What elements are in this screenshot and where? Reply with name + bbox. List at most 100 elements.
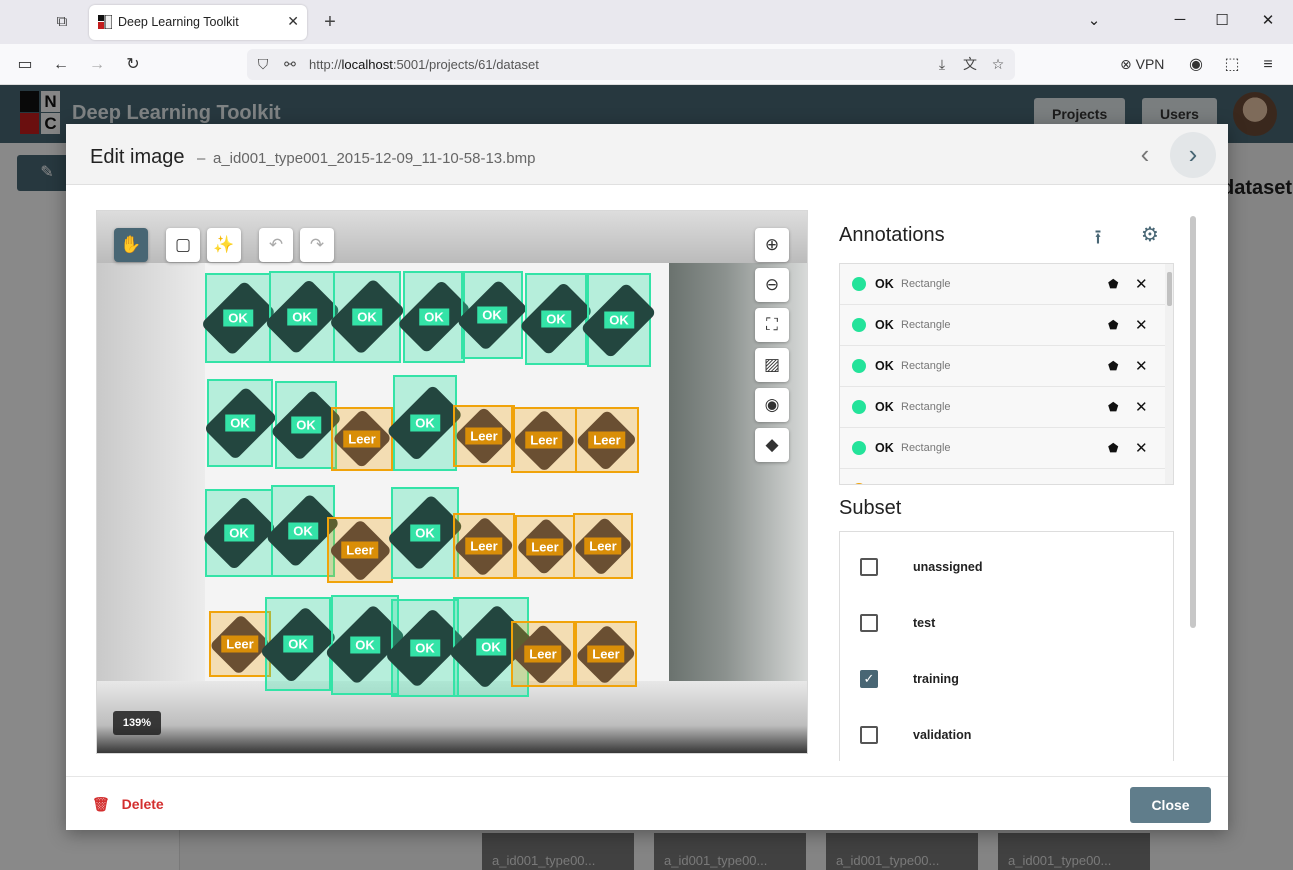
annotation-box-ok[interactable]: OK [201, 489, 277, 577]
annotation-box-ok[interactable]: OK [580, 273, 658, 367]
remove-annotation-icon[interactable]: ✕ [1135, 275, 1148, 293]
maximize-icon[interactable]: ☐ [1210, 11, 1234, 29]
annotation-box-leer[interactable]: Leer [515, 515, 575, 579]
subset-checkbox[interactable]: ✓ [860, 670, 878, 688]
annotation-row-partial[interactable] [840, 469, 1165, 484]
tag-icon[interactable]: ⬟ [1108, 400, 1118, 414]
magic-wand-tool-button[interactable]: ✨ [207, 228, 241, 262]
back-icon[interactable]: ← [50, 54, 72, 76]
minimize-icon[interactable]: ─ [1168, 11, 1192, 28]
annotation-box-leer[interactable]: Leer [572, 513, 634, 579]
annotation-box-ok[interactable]: OK [396, 271, 472, 363]
annotation-row[interactable]: OK Rectangle ⬟ ✕ [840, 305, 1165, 346]
annotation-box-ok[interactable]: OK [202, 379, 278, 467]
shield-icon[interactable]: ⛉ [254, 55, 272, 73]
subset-checkbox[interactable] [860, 726, 878, 744]
annotation-row[interactable]: OK Rectangle ⬟ ✕ [840, 264, 1165, 305]
pan-tool-button[interactable]: ✋ [114, 228, 148, 262]
remove-annotation-icon[interactable]: ✕ [1135, 316, 1148, 334]
tag-icon[interactable]: ⬟ [1108, 441, 1118, 455]
menu-icon[interactable]: ≡ [1257, 54, 1279, 76]
browser-tabbar: ⧉ Deep Learning Toolkit ✕ + ⌄ ─ ☐ ✕ [0, 0, 1293, 44]
remove-annotation-icon[interactable]: ✕ [1135, 357, 1148, 375]
account-icon[interactable]: ◉ [1185, 54, 1207, 76]
annotation-box-ok[interactable]: OK [386, 375, 464, 471]
fit-to-screen-button[interactable]: ⛶ [755, 308, 789, 342]
annotation-box-label: Leer [524, 645, 562, 663]
vpn-button[interactable]: ⊗ VPN [1120, 56, 1164, 73]
sidebar-toggle-icon[interactable]: ▭ [14, 54, 36, 76]
subset-checkbox[interactable] [860, 558, 878, 576]
close-button[interactable]: Close [1130, 787, 1211, 823]
next-image-button[interactable]: › [1170, 132, 1216, 178]
gear-icon[interactable]: ⚙ [1138, 222, 1162, 247]
annotation-box-ok[interactable]: OK [200, 273, 276, 363]
zoom-out-button[interactable]: ⊖ [755, 268, 789, 302]
remove-annotation-icon[interactable]: ✕ [1135, 439, 1148, 457]
annotation-box-leer[interactable]: Leer [209, 611, 271, 677]
annotation-box-leer[interactable]: Leer [327, 517, 393, 583]
annotation-box-leer[interactable]: Leer [575, 407, 639, 473]
annotation-box-leer[interactable]: Leer [453, 513, 515, 579]
delete-button[interactable]: 🗑 Delete [92, 796, 164, 813]
annotation-box-leer[interactable]: Leer [331, 407, 393, 471]
subset-option-validation[interactable]: validation [840, 706, 1175, 762]
annotation-box-leer[interactable]: Leer [453, 405, 515, 467]
visibility-toggle-button[interactable]: ◉ [755, 388, 789, 422]
bookmark-star-icon[interactable]: ☆ [989, 55, 1007, 73]
annotation-row[interactable]: OK Rectangle ⬟ ✕ [840, 346, 1165, 387]
rectangle-tool-button[interactable]: ▢ [166, 228, 200, 262]
image-settings-button[interactable]: ▨ [755, 348, 789, 382]
extensions-icon[interactable]: ⬚ [1221, 54, 1243, 76]
url-text[interactable]: http://localhost:5001/projects/61/datase… [309, 57, 539, 72]
delete-label: Delete [121, 796, 164, 812]
reload-icon[interactable]: ↻ [122, 54, 144, 76]
subset-checkbox[interactable] [860, 614, 878, 632]
labels-toggle-button[interactable]: ◆ [755, 428, 789, 462]
annotation-box-leer[interactable]: Leer [575, 621, 637, 687]
annotation-box-ok[interactable]: OK [263, 271, 341, 363]
annotation-box-leer[interactable]: Leer [511, 407, 577, 473]
annotation-box-ok[interactable]: OK [384, 599, 466, 697]
download-icon[interactable]: ⤓ [933, 55, 951, 73]
annotation-row[interactable]: OK Rectangle ⬟ ✕ [840, 387, 1165, 428]
annotation-box-ok[interactable]: OK [324, 595, 406, 695]
redo-button[interactable]: ↷ [300, 228, 334, 262]
annotation-box-leer[interactable]: Leer [511, 621, 575, 687]
upload-icon[interactable]: ⭱ [1086, 223, 1110, 257]
window-close-icon[interactable]: ✕ [1256, 11, 1280, 29]
annotation-box-ok[interactable]: OK [328, 271, 406, 363]
new-tab-icon[interactable]: + [320, 12, 340, 32]
tag-icon[interactable]: ⬟ [1108, 318, 1118, 332]
remove-annotation-icon[interactable]: ✕ [1135, 398, 1148, 416]
annotation-box-ok[interactable]: OK [269, 381, 343, 469]
undo-button[interactable]: ↶ [259, 228, 293, 262]
panel-scrollbar[interactable] [1188, 210, 1198, 756]
url-bar[interactable]: ⛉ ⚯ http://localhost:5001/projects/61/da… [247, 49, 1015, 80]
previous-image-button[interactable]: ‹ [1122, 132, 1168, 178]
annotation-box-ok[interactable]: OK [455, 271, 529, 359]
translate-icon[interactable]: 文 [961, 55, 979, 73]
annotations-list[interactable]: OK Rectangle ⬟ ✕ OK Rectangle ⬟ ✕ OK Rectangle ⬟ ✕ O… [839, 263, 1174, 485]
image-canvas[interactable]: OK OK OK OK OK OK OK OK OK Leer OK Leer Leer Leer OK OK… [96, 210, 808, 754]
subset-option-test[interactable]: test [840, 594, 1175, 650]
tab-close-icon[interactable]: ✕ [287, 13, 299, 30]
browser-tab[interactable]: Deep Learning Toolkit ✕ [89, 5, 307, 40]
tag-icon[interactable]: ⬟ [1108, 359, 1118, 373]
forward-icon[interactable]: → [86, 54, 108, 76]
trash-icon: 🗑 [92, 796, 110, 812]
annotation-box-ok[interactable]: OK [518, 273, 594, 365]
permissions-icon[interactable]: ⚯ [281, 55, 299, 73]
annotation-box-ok[interactable]: OK [265, 485, 341, 577]
zoom-in-button[interactable]: ⊕ [755, 228, 789, 262]
annotation-row[interactable]: OK Rectangle ⬟ ✕ [840, 428, 1165, 469]
subset-option-training[interactable]: ✓ training [840, 650, 1175, 706]
tab-dropdown-icon[interactable]: ⌄ [1082, 11, 1106, 29]
subset-option-unassigned[interactable]: unassigned [840, 538, 1175, 594]
annotations-scrollbar[interactable] [1165, 264, 1173, 484]
tab-list-icon[interactable]: ⧉ [52, 12, 72, 32]
annotation-box-ok[interactable]: OK [386, 487, 464, 579]
annotation-box-label: OK [476, 638, 506, 656]
tag-icon[interactable]: ⬟ [1108, 277, 1118, 291]
annotation-box-ok[interactable]: OK [259, 597, 337, 691]
